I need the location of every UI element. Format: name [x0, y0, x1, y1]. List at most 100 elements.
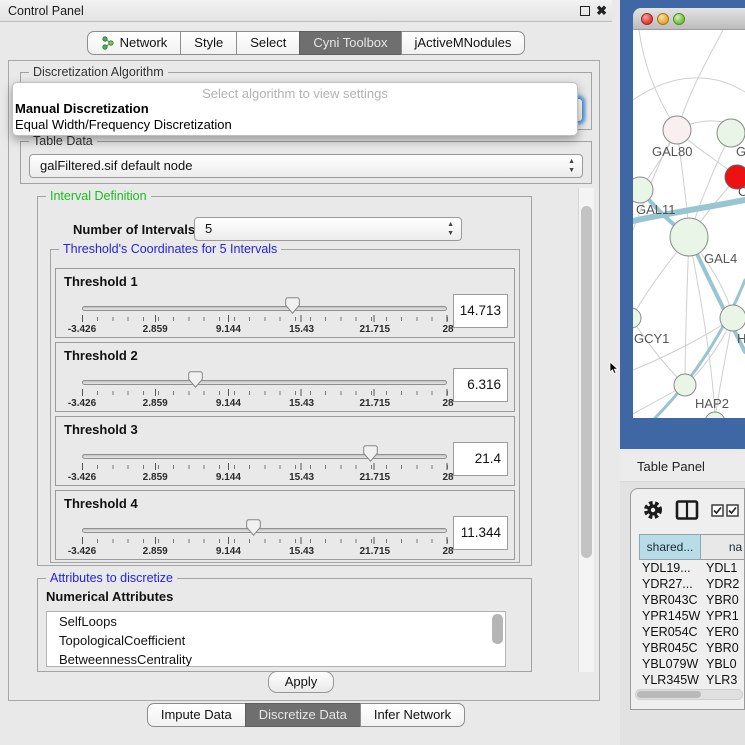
table-cell[interactable]: YDL19...	[639, 560, 701, 576]
minimize-traffic-light-icon[interactable]	[657, 13, 669, 25]
algorithm-dropdown-popup: Select algorithm to view settings Manual…	[12, 82, 578, 136]
dropdown-option-manual[interactable]: Manual Discretization	[13, 101, 577, 117]
scrollbar-thumb[interactable]	[637, 691, 701, 698]
table-cell[interactable]: YBR045C	[639, 640, 701, 656]
table-cell[interactable]: YDR27...	[639, 576, 701, 592]
tick-label: 21.715	[360, 398, 391, 409]
threshold-value-field[interactable]: 21.4	[453, 442, 508, 476]
list-item[interactable]: TopologicalCoefficient	[47, 631, 505, 650]
thresholds-group: Threshold's Coordinates for 5 Intervals …	[50, 249, 520, 563]
table-cell[interactable]: YPR1	[701, 608, 745, 624]
threshold-slider-track[interactable]	[82, 528, 447, 533]
table-row[interactable]: YLR345WYLR3	[639, 672, 745, 688]
table-horizontal-scrollbar[interactable]	[635, 689, 743, 700]
number-of-intervals-combobox[interactable]: 5 ▲▼	[194, 217, 462, 241]
combo-arrows-icon: ▲▼	[568, 157, 575, 175]
table-row[interactable]: YDR27...YDR2	[639, 576, 745, 592]
apply-button[interactable]: Apply	[268, 671, 334, 693]
list-scrollbar[interactable]	[492, 614, 503, 644]
list-item[interactable]: BetweennessCentrality	[47, 650, 505, 667]
slider-ticks	[82, 463, 448, 471]
threshold-1-panel: Threshold 1 -3.4262.8599.14415.4321.7152…	[55, 268, 515, 338]
close-traffic-light-icon[interactable]	[641, 13, 653, 25]
table-data-combobox[interactable]: galFiltered.sif default node ▲▼	[29, 154, 583, 178]
gear-icon[interactable]	[643, 500, 663, 520]
tick-label: 9.144	[216, 472, 241, 483]
table-cell[interactable]: YBR043C	[639, 592, 701, 608]
table-row[interactable]: YBR043CYBR0	[639, 592, 745, 608]
table-cell[interactable]: YBR0	[701, 592, 745, 608]
tick-label: 2.859	[143, 472, 168, 483]
numerical-attributes-label: Numerical Attributes	[46, 589, 173, 604]
table-cell[interactable]: YPR145W	[639, 608, 701, 624]
table-cell[interactable]: YLR345W	[639, 672, 701, 688]
bottom-tab-bar: Impute Data Discretize Data Infer Networ…	[0, 703, 612, 727]
table-cell[interactable]: YLR3	[701, 672, 745, 688]
table-cell[interactable]: YBL079W	[639, 656, 701, 672]
column-header-name[interactable]: na	[701, 534, 745, 560]
table-row[interactable]: YDL19...YDL1	[639, 560, 745, 576]
slider-tick-labels: -3.4262.8599.14415.4321.71528	[82, 472, 448, 484]
tick-label: 15.43	[289, 324, 314, 335]
node-h-partial[interactable]	[720, 305, 745, 331]
scrollbar-thumb[interactable]	[581, 206, 592, 558]
settings-scroll-viewport: Interval Definition Number of Intervals …	[20, 188, 578, 672]
checkbox-checked-icon[interactable]	[711, 504, 724, 517]
threshold-value-field[interactable]: 14.713	[453, 294, 508, 328]
table-cell[interactable]: YBL0	[701, 656, 745, 672]
tick-label: 15.43	[289, 546, 314, 557]
tab-impute-data[interactable]: Impute Data	[147, 703, 246, 727]
table-row[interactable]: YBL079WYBL0	[639, 656, 745, 672]
checkbox-checked-icon[interactable]	[726, 504, 739, 517]
tick-label: 9.144	[216, 324, 241, 335]
table-row[interactable]: YER054CYER0	[639, 624, 745, 640]
table-row[interactable]: YPR145WYPR1	[639, 608, 745, 624]
tick-label: 9.144	[216, 398, 241, 409]
threshold-slider-handle[interactable]	[285, 297, 300, 314]
tab-style[interactable]: Style	[180, 31, 237, 55]
threshold-value-field[interactable]: 11.344	[453, 516, 508, 550]
settings-vertical-scrollbar[interactable]	[578, 188, 594, 672]
threshold-slider-handle[interactable]	[188, 371, 203, 388]
tab-discretize-data[interactable]: Discretize Data	[245, 703, 361, 727]
node-partial-top-right[interactable]	[717, 119, 745, 147]
threshold-slider-handle[interactable]	[363, 445, 378, 462]
node-gal4[interactable]	[670, 218, 708, 256]
combo-arrows-icon: ▲▼	[447, 220, 454, 238]
combo-value: 5	[205, 221, 212, 236]
node-gal80[interactable]	[663, 116, 691, 144]
group-title: Attributes to discretize	[46, 571, 177, 585]
table-cell[interactable]: YDL1	[701, 560, 745, 576]
threshold-value-field[interactable]: 6.316	[453, 368, 508, 402]
network-canvas[interactable]: GAL80 G GAL11 C GAL4 GCY1 H HAP2	[633, 30, 745, 418]
tab-jactivemnodules[interactable]: jActiveMNodules	[401, 31, 526, 55]
node-gcy1[interactable]	[633, 308, 641, 328]
node-partial-bottom[interactable]	[705, 412, 725, 418]
numerical-attributes-list[interactable]: SelfLoops TopologicalCoefficient Between…	[46, 611, 506, 667]
tab-cyni-toolbox[interactable]: Cyni Toolbox	[299, 31, 401, 55]
tab-select[interactable]: Select	[236, 31, 300, 55]
threshold-slider-track[interactable]	[82, 454, 447, 459]
float-window-icon[interactable]	[580, 6, 590, 16]
dropdown-option-equal-width[interactable]: Equal Width/Frequency Discretization	[13, 117, 577, 133]
tick-label: -3.426	[68, 472, 96, 483]
slider-tick-labels: -3.4262.8599.14415.4321.71528	[82, 546, 448, 558]
table-row[interactable]: YBR045CYBR0	[639, 640, 745, 656]
tab-network[interactable]: Network	[87, 31, 182, 55]
column-layout-icon[interactable]	[675, 500, 699, 520]
column-header-shared-name[interactable]: shared...	[639, 534, 701, 560]
table-cell[interactable]: YDR2	[701, 576, 745, 592]
threshold-slider-handle[interactable]	[246, 519, 261, 536]
tab-infer-network[interactable]: Infer Network	[360, 703, 465, 727]
threshold-slider-track[interactable]	[82, 306, 447, 311]
node-hap2[interactable]	[674, 374, 696, 396]
threshold-slider-track[interactable]	[82, 380, 447, 385]
list-item[interactable]: SelfLoops	[47, 612, 505, 631]
zoom-traffic-light-icon[interactable]	[673, 13, 685, 25]
threshold-label: Threshold 2	[64, 348, 138, 363]
table-cell[interactable]: YER0	[701, 624, 745, 640]
table-cell[interactable]: YER054C	[639, 624, 701, 640]
close-icon[interactable]: ✖	[596, 3, 607, 19]
table-cell[interactable]: YBR0	[701, 640, 745, 656]
tick-label: 9.144	[216, 546, 241, 557]
